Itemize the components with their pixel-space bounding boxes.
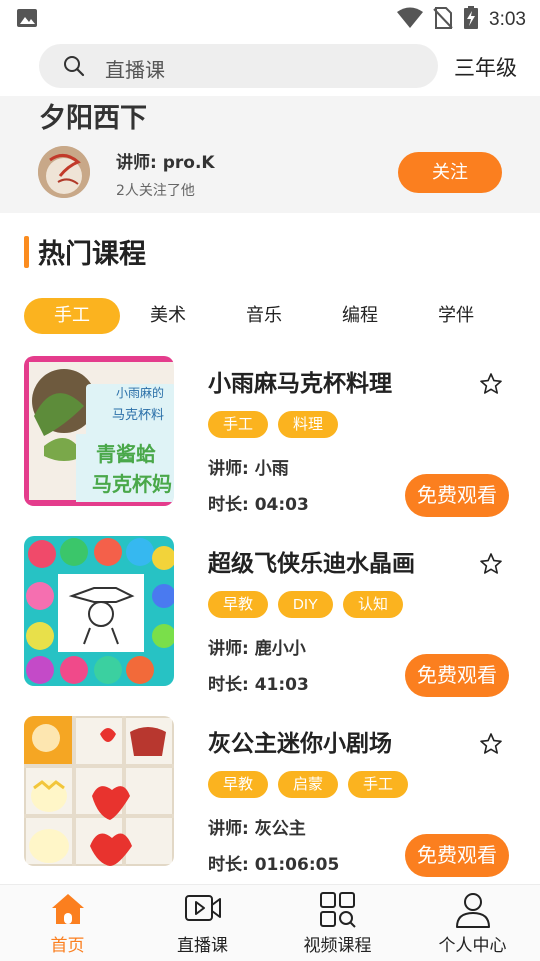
teacher-panel-title: 夕阳西下	[39, 103, 147, 134]
free-watch-button[interactable]: 免费观看	[405, 654, 509, 697]
nav-label: 直播课	[177, 936, 228, 956]
course-duration: 时长: 01:06:05	[208, 855, 340, 875]
tag: 手工	[348, 771, 409, 798]
tag: 启蒙	[278, 771, 339, 798]
section-title: 热门课程	[38, 239, 146, 270]
home-icon	[50, 891, 86, 931]
star-icon[interactable]	[479, 732, 503, 760]
course-title: 灰公主迷你小剧场	[208, 731, 392, 757]
free-watch-button[interactable]: 免费观看	[405, 474, 509, 517]
thumb-text: 小雨麻的	[116, 386, 165, 400]
user-icon	[454, 891, 492, 933]
search-icon	[63, 55, 85, 81]
star-icon[interactable]	[479, 372, 503, 400]
star-icon[interactable]	[479, 552, 503, 580]
thumb-text: 马克杯妈	[92, 472, 172, 496]
tag: 认知	[343, 591, 404, 618]
tab-music[interactable]: 音乐	[216, 298, 312, 334]
nav-live[interactable]: 直播课	[135, 885, 270, 961]
nav-home[interactable]: 首页	[0, 885, 135, 961]
avatar[interactable]	[38, 146, 90, 198]
course-tags: 早教 DIY 认知	[208, 591, 404, 618]
search-input[interactable]: 直播课	[39, 44, 438, 88]
video-camera-icon	[184, 891, 222, 929]
tag: DIY	[278, 591, 334, 618]
course-item[interactable]: 灰公主迷你小剧场 早教 启蒙 手工 讲师: 灰公主 时长: 01:06:05 免…	[0, 716, 540, 877]
follow-button[interactable]: 关注	[398, 152, 502, 193]
course-item[interactable]: 超级飞侠乐迪水晶画 早教 DIY 认知 讲师: 鹿小小 时长: 41:03 免费…	[0, 536, 540, 697]
tab-handcraft[interactable]: 手工	[24, 298, 120, 334]
tab-programming[interactable]: 编程	[312, 298, 408, 334]
free-watch-button[interactable]: 免费观看	[405, 834, 509, 877]
heading-accent-bar	[24, 236, 29, 268]
course-title: 超级飞侠乐迪水晶画	[208, 551, 415, 577]
tab-more[interactable]: 国	[504, 298, 540, 334]
tab-study-buddy[interactable]: 学伴	[408, 298, 504, 334]
nav-video-courses[interactable]: 视频课程	[270, 885, 405, 961]
thumb-text: 马克杯料	[112, 408, 165, 423]
status-time: 3:03	[489, 9, 526, 30]
course-thumbnail[interactable]	[24, 536, 174, 686]
grid-search-icon	[319, 891, 357, 933]
thumb-text: 青酱蛤	[96, 442, 156, 466]
tag: 早教	[208, 591, 269, 618]
category-tabs: 手工 美术 音乐 编程 学伴 国	[0, 298, 540, 336]
nav-label: 视频课程	[303, 936, 372, 956]
course-teacher: 讲师: 灰公主	[208, 819, 306, 839]
search-text: 直播课	[105, 58, 165, 82]
tab-art[interactable]: 美术	[120, 298, 216, 334]
course-tags: 早教 启蒙 手工	[208, 771, 409, 798]
grade-selector[interactable]: 三年级	[454, 52, 517, 82]
search-row: 直播课 三年级	[0, 36, 540, 96]
teacher-panel: 夕阳西下 讲师: pro.K 2人关注了他 关注	[0, 96, 540, 213]
course-teacher: 讲师: 鹿小小	[208, 639, 306, 659]
wifi-icon	[397, 7, 424, 33]
nav-profile[interactable]: 个人中心	[405, 885, 540, 961]
tag: 手工	[208, 411, 269, 438]
image-icon	[16, 8, 38, 32]
tag: 早教	[208, 771, 269, 798]
course-duration: 时长: 04:03	[208, 495, 309, 515]
course-thumbnail[interactable]	[24, 716, 174, 866]
course-item[interactable]: 小雨麻的 马克杯料 青酱蛤 马克杯妈 小雨麻马克杯料理 手工 料理 讲师: 小雨…	[0, 356, 540, 517]
status-bar: 3:03	[0, 0, 540, 36]
course-teacher: 讲师: 小雨	[208, 459, 289, 479]
course-thumbnail[interactable]: 小雨麻的 马克杯料 青酱蛤 马克杯妈	[24, 356, 174, 506]
course-title: 小雨麻马克杯料理	[208, 371, 392, 397]
no-sim-icon	[433, 7, 453, 33]
course-duration: 时长: 41:03	[208, 675, 309, 695]
nav-label: 首页	[50, 936, 85, 956]
follower-count: 2人关注了他	[116, 183, 195, 199]
course-tags: 手工 料理	[208, 411, 339, 438]
nav-label: 个人中心	[438, 936, 507, 956]
bottom-nav: 首页 直播课 视频课程 个人中心	[0, 884, 540, 961]
teacher-name: 讲师: pro.K	[116, 153, 215, 173]
tag: 料理	[278, 411, 339, 438]
battery-charging-icon	[463, 6, 479, 34]
